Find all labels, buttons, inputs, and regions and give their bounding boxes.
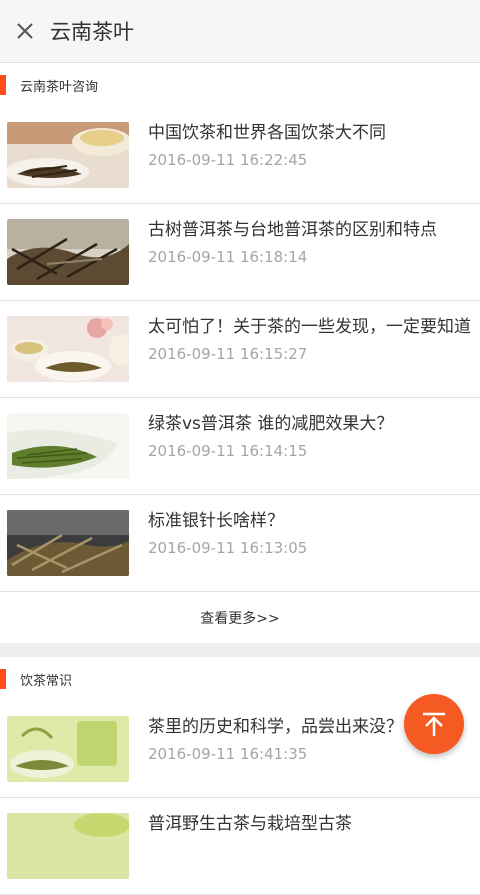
article-title: 绿茶vs普洱茶 谁的减肥效果大？	[148, 414, 394, 434]
article-item[interactable]: 普洱野生古茶与栽培型古茶	[0, 798, 480, 895]
back-to-top-icon	[423, 712, 445, 736]
section-header: 云南茶叶咨询	[0, 63, 480, 107]
article-thumbnail	[7, 716, 129, 782]
article-date: 2016-09-11 16:13:05	[148, 539, 308, 557]
article-thumbnail	[7, 413, 129, 479]
back-to-top-button[interactable]	[404, 694, 464, 754]
view-more-button[interactable]: 查看更多>>	[0, 592, 480, 643]
article-item[interactable]: 绿茶vs普洱茶 谁的减肥效果大？ 2016-09-11 16:14:15	[0, 398, 480, 495]
article-thumbnail	[7, 219, 129, 285]
section-news: 云南茶叶咨询 中国饮茶和世界各国饮茶大不同 2016-09-11 16:22:4…	[0, 63, 480, 643]
section-header: 饮茶常识	[0, 657, 480, 701]
article-item[interactable]: 古树普洱茶与台地普洱茶的区别和特点 2016-09-11 16:18:14	[0, 204, 480, 301]
page-title: 云南茶叶	[50, 20, 134, 44]
article-thumbnail	[7, 510, 129, 576]
section-tea-knowledge: 饮茶常识 茶里的历史和科学，品尝出来没？ 2016-09-11 16:41:35	[0, 657, 480, 895]
top-bar: 云南茶叶	[0, 0, 480, 63]
article-item[interactable]: 标准银针长啥样？ 2016-09-11 16:13:05	[0, 495, 480, 592]
section-title: 饮茶常识	[20, 673, 73, 689]
article-date: 2016-09-11 16:22:45	[148, 151, 308, 169]
section-title: 云南茶叶咨询	[20, 79, 99, 95]
article-date: 2016-09-11 16:15:27	[148, 345, 308, 363]
article-title: 中国饮茶和世界各国饮茶大不同	[148, 123, 386, 143]
article-title: 普洱野生古茶与栽培型古茶	[148, 814, 352, 834]
article-thumbnail	[7, 813, 129, 879]
section-accent-bar	[0, 75, 6, 95]
article-thumbnail	[7, 316, 129, 382]
article-title: 太可怕了！关于茶的一些发现，一定要知道	[148, 317, 471, 337]
article-item[interactable]: 中国饮茶和世界各国饮茶大不同 2016-09-11 16:22:45	[0, 107, 480, 204]
article-title: 古树普洱茶与台地普洱茶的区别和特点	[148, 220, 437, 240]
section-divider	[0, 643, 480, 657]
close-button[interactable]	[0, 0, 50, 63]
article-title: 标准银针长啥样？	[148, 511, 284, 531]
close-icon	[17, 23, 33, 39]
article-item[interactable]: 太可怕了！关于茶的一些发现，一定要知道 2016-09-11 16:15:27	[0, 301, 480, 398]
section-accent-bar	[0, 669, 6, 689]
article-date: 2016-09-11 16:14:15	[148, 442, 308, 460]
article-thumbnail	[7, 122, 129, 188]
article-date: 2016-09-11 16:18:14	[148, 248, 308, 266]
